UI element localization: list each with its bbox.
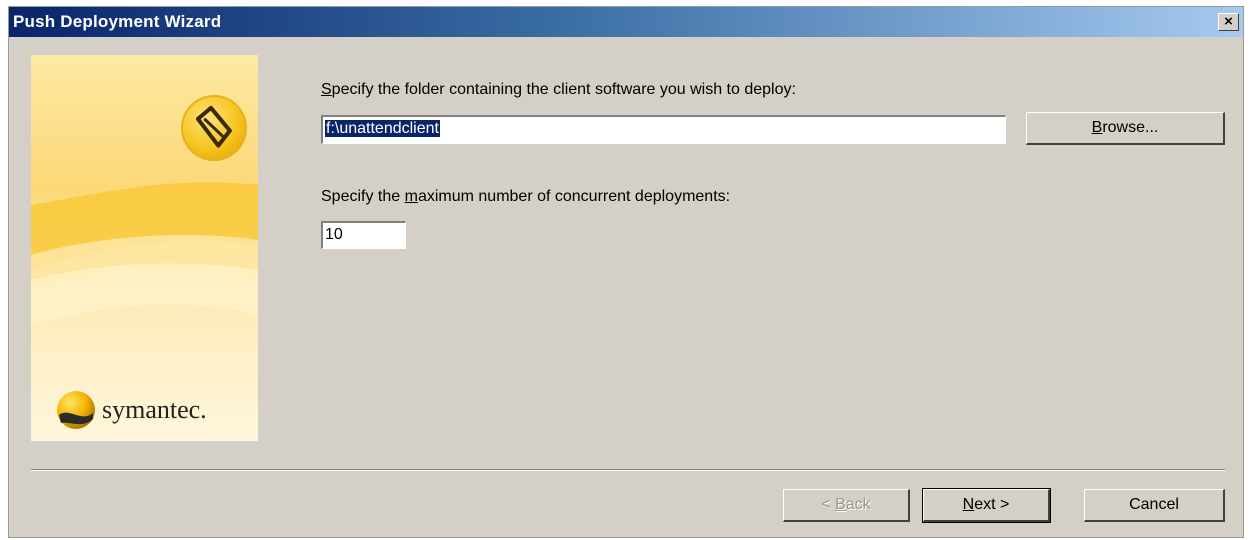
browse-button[interactable]: Browse... xyxy=(1026,112,1225,145)
wizard-window: Push Deployment Wizard × symantec. Speci… xyxy=(8,6,1244,538)
max-deployments-input[interactable]: 10 xyxy=(321,221,406,249)
folder-label: Specify the folder containing the client… xyxy=(321,81,796,98)
back-button-label: < Back xyxy=(821,496,871,513)
concurrency-label: Specify the maximum number of concurrent… xyxy=(321,188,731,205)
side-banner: symantec. xyxy=(31,55,258,441)
cancel-button-label: Cancel xyxy=(1129,496,1179,513)
window-title: Push Deployment Wizard xyxy=(13,12,222,31)
cancel-button[interactable]: Cancel xyxy=(1084,489,1225,522)
client-folder-input[interactable]: f:\unattendclient xyxy=(321,115,1006,144)
max-deployments-value: 10 xyxy=(325,226,343,243)
footer-separator xyxy=(31,469,1225,471)
next-button-label: Next > xyxy=(962,496,1010,513)
symantec-sphere-logo-icon xyxy=(57,391,95,429)
next-button[interactable]: Next > xyxy=(922,488,1051,523)
client-folder-value: f:\unattendclient xyxy=(325,120,440,137)
close-button[interactable]: × xyxy=(1218,13,1239,31)
browse-button-label: Browse... xyxy=(1091,119,1159,136)
close-icon: × xyxy=(1224,13,1233,30)
symantec-brand-text: symantec. xyxy=(102,395,207,424)
symantec-product-badge-icon xyxy=(181,95,247,161)
title-bar[interactable]: Push Deployment Wizard × xyxy=(9,7,1243,37)
back-button[interactable]: < Back xyxy=(783,489,910,522)
